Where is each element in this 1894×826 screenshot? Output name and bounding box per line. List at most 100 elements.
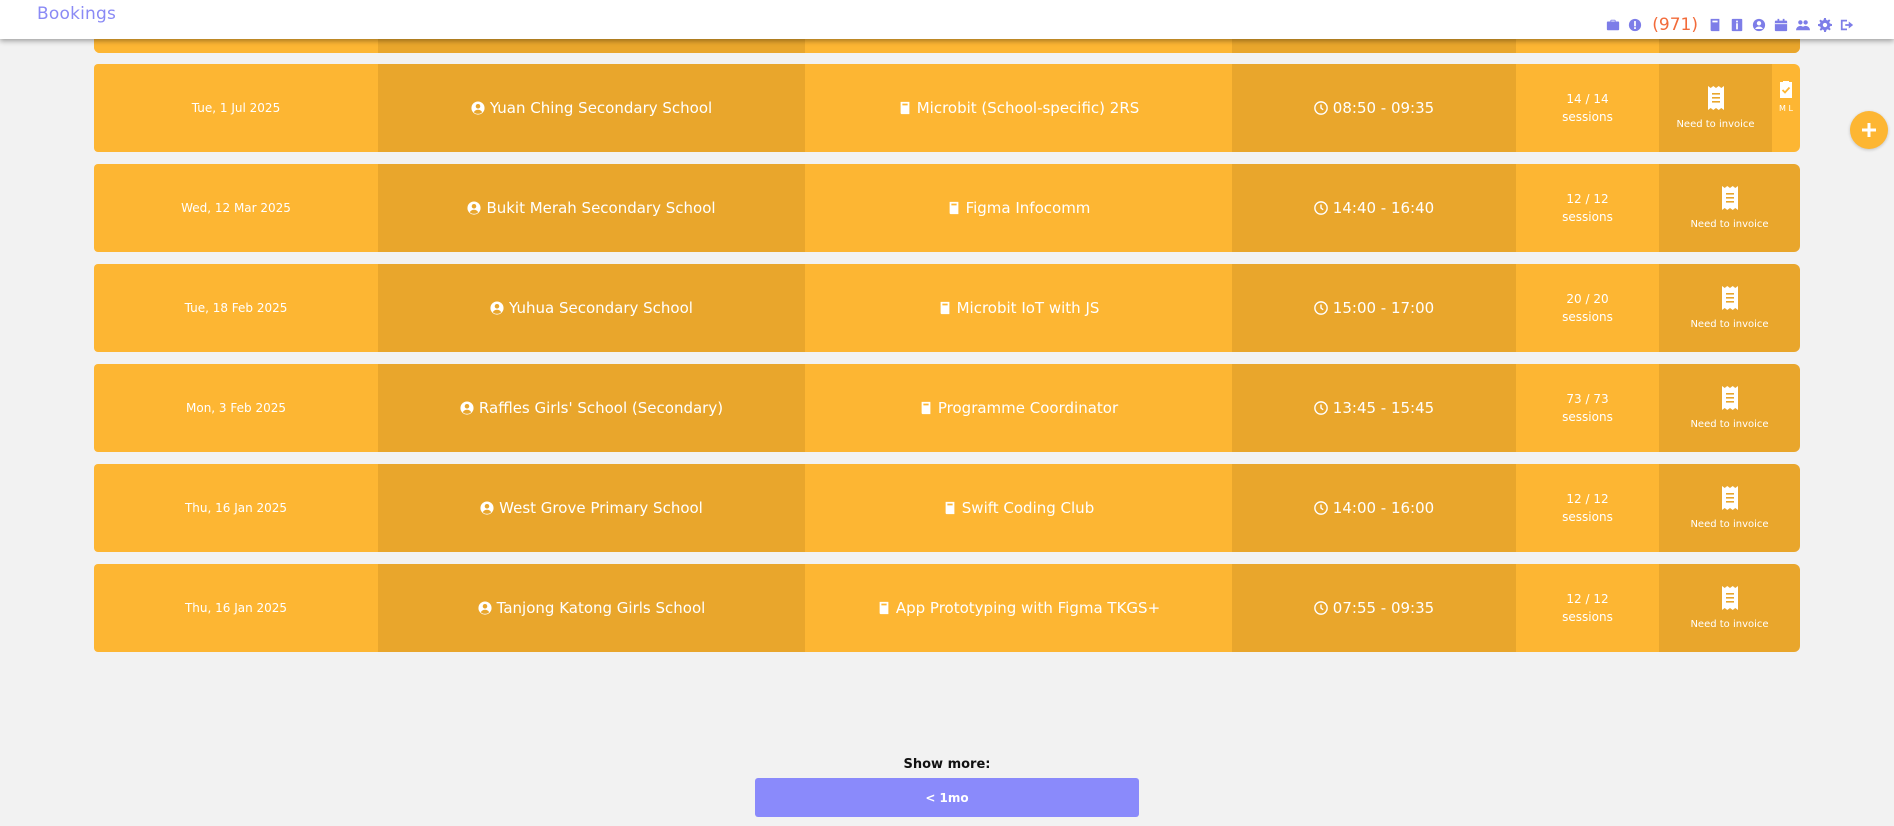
booking-school: Bukit Merah Secondary School <box>378 164 805 252</box>
calendar-icon[interactable] <box>1774 18 1788 32</box>
sessions-count: 12 / 12 <box>1566 592 1609 606</box>
booking-row[interactable]: Tue, 1 Jul 2025 Yuan Ching Secondary Sch… <box>94 64 1800 152</box>
receipt-icon <box>1721 186 1739 219</box>
invoice-status[interactable]: Need to invoice <box>1659 464 1800 552</box>
booking-sessions: 20 / 20 sessions <box>1516 264 1659 352</box>
user-circle-icon <box>490 300 505 316</box>
time-range: 08:50 - 09:35 <box>1332 99 1435 117</box>
book-icon <box>943 501 958 516</box>
booking-date: Mon, 3 Feb 2025 <box>94 364 378 452</box>
page-title: Bookings <box>37 4 117 24</box>
booking-course: Microbit (School-specific) 2RS <box>805 64 1232 152</box>
briefcase-icon[interactable] <box>1606 18 1620 32</box>
bookings-list: Tue, 1 Jul 2025 Yuan Ching Secondary Sch… <box>94 64 1800 664</box>
toolbar: (971) <box>1606 17 1854 34</box>
booking-time: 14:40 - 16:40 <box>1232 164 1516 252</box>
invoice-status[interactable]: Need to invoice <box>1659 64 1772 152</box>
clock-icon <box>1313 500 1329 516</box>
show-more-button[interactable]: < 1mo <box>755 778 1139 817</box>
plus-icon <box>1862 123 1876 137</box>
show-more-label: Show more: <box>903 757 991 772</box>
top-bar: Bookings (971) <box>0 0 1894 39</box>
booking-course: Programme Coordinator <box>805 364 1232 452</box>
booking-school: Yuan Ching Secondary School <box>378 64 805 152</box>
side-tab[interactable]: M L <box>1772 64 1800 152</box>
clock-icon <box>1313 400 1329 416</box>
gear-icon[interactable] <box>1818 18 1832 32</box>
sessions-count: 73 / 73 <box>1566 392 1609 406</box>
receipt-icon <box>1721 286 1739 319</box>
booking-course: App Prototyping with Figma TKGS+ <box>805 564 1232 652</box>
booking-date: Wed, 12 Mar 2025 <box>94 164 378 252</box>
time-range: 13:45 - 15:45 <box>1332 399 1435 417</box>
school-name: Tanjong Katong Girls School <box>496 599 706 617</box>
book-icon <box>947 201 962 216</box>
school-name: Bukit Merah Secondary School <box>486 199 716 217</box>
booking-row[interactable]: Thu, 16 Jan 2025 West Grove Primary Scho… <box>94 464 1800 552</box>
booking-date: Thu, 16 Jan 2025 <box>94 464 378 552</box>
school-name: West Grove Primary School <box>499 499 703 517</box>
user-circle-icon <box>480 500 495 516</box>
alert-icon[interactable] <box>1628 18 1642 32</box>
booking-row[interactable]: Tue, 18 Feb 2025 Yuhua Secondary School … <box>94 264 1800 352</box>
user-circle-icon <box>471 100 486 116</box>
booking-row[interactable]: Thu, 16 Jan 2025 Tanjong Katong Girls Sc… <box>94 564 1800 652</box>
course-name: Microbit IoT with JS <box>956 299 1100 317</box>
time-range: 15:00 - 17:00 <box>1332 299 1435 317</box>
course-name: App Prototyping with Figma TKGS+ <box>895 599 1161 617</box>
invoice-label: Need to invoice <box>1690 619 1769 630</box>
booking-school: Tanjong Katong Girls School <box>378 564 805 652</box>
sessions-label: sessions <box>1562 510 1613 524</box>
user-circle-icon <box>460 400 475 416</box>
sessions-label: sessions <box>1562 410 1613 424</box>
sessions-count: 20 / 20 <box>1566 292 1609 306</box>
booking-date: Tue, 1 Jul 2025 <box>94 64 378 152</box>
book-icon[interactable] <box>1708 18 1722 32</box>
booking-sessions: 14 / 14 sessions <box>1516 64 1659 152</box>
receipt-icon <box>1721 386 1739 419</box>
info-icon[interactable] <box>1730 18 1744 32</box>
invoice-label: Need to invoice <box>1676 119 1755 130</box>
invoice-status[interactable]: Need to invoice <box>1659 164 1800 252</box>
clock-icon <box>1313 600 1329 616</box>
time-range: 14:40 - 16:40 <box>1332 199 1435 217</box>
invoice-status[interactable]: Need to invoice <box>1659 564 1800 652</box>
add-booking-button[interactable] <box>1850 111 1888 149</box>
booking-school: West Grove Primary School <box>378 464 805 552</box>
booking-course: Swift Coding Club <box>805 464 1232 552</box>
receipt-icon <box>1721 586 1739 619</box>
booking-time: 14:00 - 16:00 <box>1232 464 1516 552</box>
notification-count[interactable]: (971) <box>1652 17 1698 34</box>
invoice-status[interactable]: Need to invoice <box>1659 264 1800 352</box>
book-icon <box>877 601 892 616</box>
school-name: Yuan Ching Secondary School <box>489 99 713 117</box>
school-name: Raffles Girls' School (Secondary) <box>478 399 724 417</box>
course-name: Figma Infocomm <box>965 199 1091 217</box>
booking-school: Yuhua Secondary School <box>378 264 805 352</box>
sessions-label: sessions <box>1562 310 1613 324</box>
user-circle-icon <box>478 600 493 616</box>
booking-row[interactable]: Wed, 12 Mar 2025 Bukit Merah Secondary S… <box>94 164 1800 252</box>
booking-time: 13:45 - 15:45 <box>1232 364 1516 452</box>
booking-time: 15:00 - 17:00 <box>1232 264 1516 352</box>
sessions-label: sessions <box>1562 210 1613 224</box>
clipboard-check-icon <box>1780 81 1792 98</box>
logout-icon[interactable] <box>1840 18 1854 32</box>
invoice-label: Need to invoice <box>1690 419 1769 430</box>
booking-school: Raffles Girls' School (Secondary) <box>378 364 805 452</box>
booking-time: 08:50 - 09:35 <box>1232 64 1516 152</box>
invoice-status[interactable]: Need to invoice <box>1659 364 1800 452</box>
sessions-label: sessions <box>1562 610 1613 624</box>
receipt-icon <box>1721 486 1739 519</box>
booking-course: Microbit IoT with JS <box>805 264 1232 352</box>
user-icon[interactable] <box>1752 18 1766 32</box>
booking-sessions: 12 / 12 sessions <box>1516 464 1659 552</box>
time-range: 14:00 - 16:00 <box>1332 499 1435 517</box>
sessions-label: sessions <box>1562 110 1613 124</box>
booking-row[interactable]: Mon, 3 Feb 2025 Raffles Girls' School (S… <box>94 364 1800 452</box>
users-icon[interactable] <box>1796 18 1810 32</box>
clock-icon <box>1313 300 1329 316</box>
book-icon <box>919 401 934 416</box>
clock-icon <box>1313 100 1329 116</box>
invoice-label: Need to invoice <box>1690 319 1769 330</box>
